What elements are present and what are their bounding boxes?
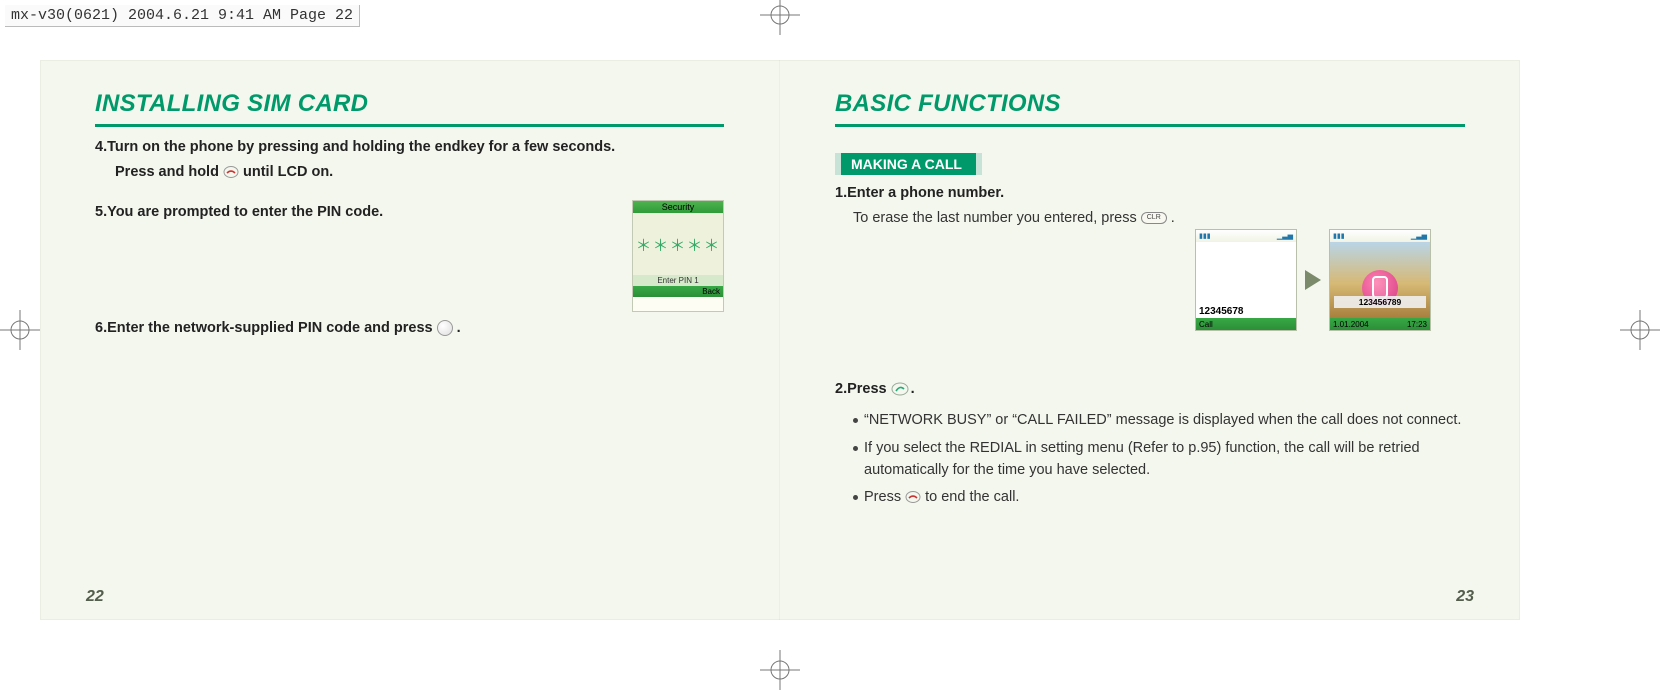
step-4-sub-prefix: Press and hold: [115, 164, 223, 180]
crop-mark-right: [1620, 310, 1660, 350]
crop-mark-left: [0, 310, 40, 350]
ok-key-icon: [437, 320, 453, 336]
crop-mark-bottom: [760, 650, 800, 690]
softkey-row-1: Call: [1196, 318, 1296, 330]
entered-number-2: 123456789: [1334, 296, 1426, 308]
status-bar-2: ▮▮▮ ▁▃▅: [1330, 230, 1430, 242]
step-2-suffix: .: [911, 381, 915, 397]
bullet-list: “NETWORK BUSY” or “CALL FAILED” message …: [835, 410, 1465, 509]
softkey-call: Call: [1199, 320, 1213, 329]
entered-number-1: 12345678: [1196, 305, 1296, 318]
softkey-row-2: 1.01.2004 17:23: [1330, 318, 1430, 330]
step-5-line: 5.You are prompted to enter the PIN code…: [95, 202, 724, 223]
screen-2-date: 1.01.2004: [1333, 320, 1369, 329]
send-key-icon: [891, 382, 907, 396]
bullet-2-text: If you select the REDIAL in setting menu…: [864, 438, 1465, 482]
end-key-icon: [905, 490, 921, 504]
signal-icon: ▁▃▅: [1411, 232, 1427, 240]
page-number-23: 23: [1456, 588, 1474, 606]
security-screenshot: Security ＊＊＊＊＊ Enter PIN 1 Back: [632, 200, 724, 312]
step-2-prefix: 2.Press: [835, 381, 887, 397]
page-spread: INSTALLING SIM CARD 4.Turn on the phone …: [40, 60, 1520, 620]
end-key-icon: [223, 165, 239, 179]
step-1-line: 1.Enter a phone number.: [835, 183, 1465, 204]
arrow-icon: [1305, 270, 1321, 290]
step-6-suffix: .: [457, 320, 461, 336]
status-bar-1: ▮▮▮ ▁▃▅: [1196, 230, 1296, 242]
security-title-bar: Security: [633, 201, 723, 213]
crop-mark-top: [760, 0, 800, 35]
pin-stars: ＊＊＊＊＊: [633, 213, 723, 275]
step-6-line: 6.Enter the network-supplied PIN code an…: [95, 318, 724, 339]
battery-icon: ▮▮▮: [1199, 232, 1211, 240]
step-2-line: 2.Press .: [835, 379, 1465, 400]
softkey-back: Back: [633, 286, 723, 297]
section-title-right: BASIC FUNCTIONS: [835, 90, 1465, 118]
page-number-22: 22: [86, 588, 104, 606]
bullet-3-suffix: to end the call.: [925, 489, 1019, 505]
signal-icon: ▁▃▅: [1277, 232, 1293, 240]
section-underline: [95, 124, 724, 127]
step-4-sub-suffix: until LCD on.: [243, 164, 333, 180]
dial-screen-1: ▮▮▮ ▁▃▅ 12345678 Call: [1195, 229, 1297, 331]
bullet-dot-icon: [853, 418, 858, 423]
page-23: BASIC FUNCTIONS MAKING A CALL 1.Enter a …: [780, 60, 1520, 620]
screen-2-time: 17:23: [1407, 320, 1427, 329]
step-1-body-suffix: .: [1171, 210, 1175, 226]
battery-icon: ▮▮▮: [1333, 232, 1345, 240]
step-4-line: 4.Turn on the phone by pressing and hold…: [95, 137, 724, 158]
print-header-strip: mx-v30(0621) 2004.6.21 9:41 AM Page 22: [5, 5, 360, 27]
section-underline: [835, 124, 1465, 127]
dialing-screens: ▮▮▮ ▁▃▅ 12345678 Call ▮▮▮ ▁▃▅: [1195, 225, 1465, 335]
step-6-prefix: 6.Enter the network-supplied PIN code an…: [95, 320, 437, 336]
bullet-dot-icon: [853, 446, 858, 451]
bullet-3-prefix: Press: [864, 489, 905, 505]
bullet-1-text: “NETWORK BUSY” or “CALL FAILED” message …: [864, 410, 1461, 432]
bullet-3: Press to end the call.: [853, 487, 1465, 509]
bullet-dot-icon: [853, 495, 858, 500]
page-22: INSTALLING SIM CARD 4.Turn on the phone …: [40, 60, 780, 620]
dial-screen-2: ▮▮▮ ▁▃▅ 123456789 1.01.2004 17:23: [1329, 229, 1431, 331]
enter-pin-prompt: Enter PIN 1: [633, 275, 723, 286]
bullet-3-text: Press to end the call.: [864, 487, 1019, 509]
clr-key-icon: CLR: [1141, 212, 1167, 224]
step-1-body-prefix: To erase the last number you entered, pr…: [853, 210, 1141, 226]
section-title-left: INSTALLING SIM CARD: [95, 90, 724, 118]
bullet-1: “NETWORK BUSY” or “CALL FAILED” message …: [853, 410, 1465, 432]
making-a-call-heading: MAKING A CALL: [835, 153, 982, 175]
bullet-2: If you select the REDIAL in setting menu…: [853, 438, 1465, 482]
step-4-subline: Press and hold until LCD on.: [115, 164, 724, 180]
